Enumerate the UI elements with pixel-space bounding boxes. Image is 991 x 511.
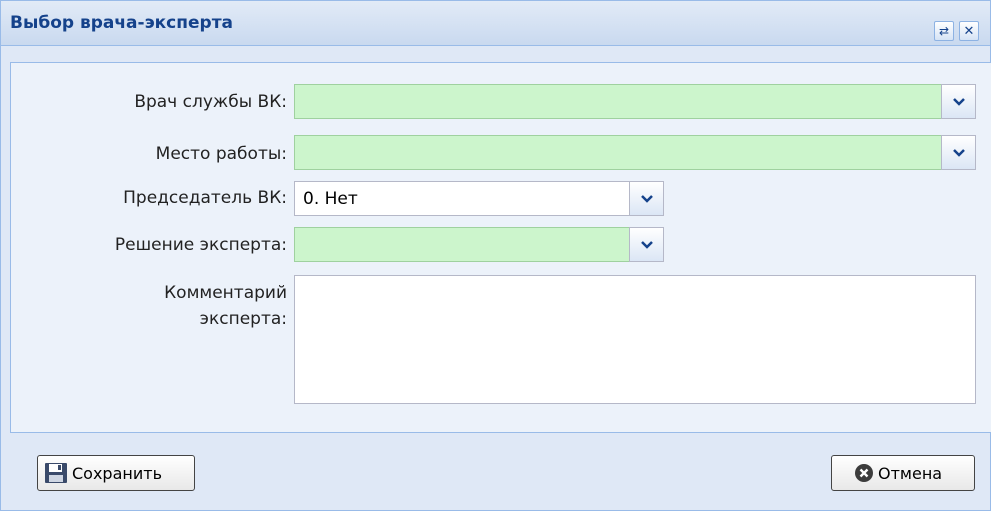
close-icon[interactable]: ✕ <box>959 21 979 41</box>
workplace-dropdown-trigger[interactable] <box>941 135 976 170</box>
comment-label-line2: эксперта: <box>199 309 287 329</box>
window-titlebar[interactable]: Выбор врача-эксперта ⇄ ✕ <box>1 1 990 46</box>
chevron-down-icon <box>640 194 653 203</box>
doctor-dropdown-trigger[interactable] <box>941 84 976 119</box>
chairman-value: 0. Нет <box>303 189 358 209</box>
window-title: Выбор врача-эксперта <box>10 13 234 33</box>
cancel-circle-icon <box>855 464 873 482</box>
expert-selection-window: Выбор врача-эксперта ⇄ ✕ Врач службы ВК:… <box>0 0 991 511</box>
comment-textarea[interactable] <box>294 275 976 404</box>
chairman-label: Председатель ВК: <box>123 188 287 208</box>
cancel-button-label: Отмена <box>878 463 943 483</box>
workplace-label: Место работы: <box>155 144 287 164</box>
save-button[interactable]: Сохранить <box>37 455 195 491</box>
chairman-combobox[interactable]: 0. Нет <box>294 181 664 216</box>
chairman-dropdown-trigger[interactable] <box>629 181 664 216</box>
save-button-label: Сохранить <box>72 463 162 483</box>
comment-label-line1: Комментарий <box>164 283 287 303</box>
doctor-label: Врач службы ВК: <box>134 92 287 112</box>
chevron-down-icon <box>952 97 965 106</box>
floppy-disk-icon <box>45 463 67 483</box>
refresh-icon[interactable]: ⇄ <box>934 21 954 41</box>
chevron-down-icon <box>640 240 653 249</box>
decision-label: Решение эксперта: <box>114 235 287 255</box>
form-panel: Врач службы ВК: Место работы: Председате… <box>10 62 991 433</box>
cancel-button[interactable]: Отмена <box>831 455 975 491</box>
decision-dropdown-trigger[interactable] <box>629 227 664 262</box>
chevron-down-icon <box>952 148 965 157</box>
doctor-combobox[interactable] <box>294 84 976 119</box>
workplace-combobox[interactable] <box>294 135 976 170</box>
decision-combobox[interactable] <box>294 227 664 262</box>
